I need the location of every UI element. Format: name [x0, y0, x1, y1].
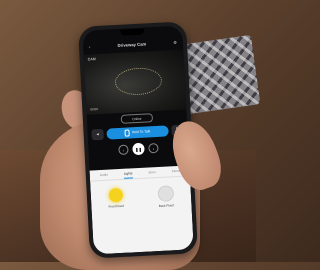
- pause-icon[interactable]: ❚❚: [132, 142, 145, 156]
- gear-icon[interactable]: ⚙: [173, 39, 177, 44]
- camera-feed[interactable]: CAM 00:00: [83, 49, 187, 115]
- next-icon[interactable]: ›: [148, 142, 159, 154]
- video-timestamp: 00:00: [90, 107, 98, 112]
- speaker-icon: ◀: [96, 132, 99, 137]
- notch: [120, 28, 145, 36]
- light-row: Front Flood Back Flood: [90, 176, 191, 211]
- camera-label: CAM: [87, 57, 96, 62]
- light-item-back[interactable]: Back Flood: [157, 185, 175, 208]
- string-lights: [114, 66, 163, 97]
- bulb-off-icon: [157, 185, 175, 203]
- tab-siren[interactable]: Siren: [148, 170, 156, 177]
- talk-label: Hold To Talk: [131, 129, 151, 135]
- bottom-panel: Audio Lights Siren Flood Front Flood Bac…: [89, 165, 194, 255]
- mic-icon: [124, 128, 131, 137]
- speaker-button[interactable]: ◀: [91, 128, 104, 140]
- tab-lights[interactable]: Lights: [123, 171, 133, 179]
- light-label: Back Flood: [158, 203, 174, 208]
- light-item-front[interactable]: Front Flood: [108, 187, 125, 211]
- prev-icon[interactable]: ‹: [118, 144, 129, 156]
- bulb-on-icon: [108, 187, 124, 203]
- back-arrow-icon[interactable]: ‹: [89, 44, 91, 49]
- tab-audio[interactable]: Audio: [100, 173, 109, 180]
- status-chip[interactable]: Online: [120, 113, 154, 124]
- light-label: Front Flood: [108, 203, 125, 209]
- page-title: Driveway Cam: [117, 40, 147, 48]
- talk-button[interactable]: Hold To Talk: [106, 124, 169, 140]
